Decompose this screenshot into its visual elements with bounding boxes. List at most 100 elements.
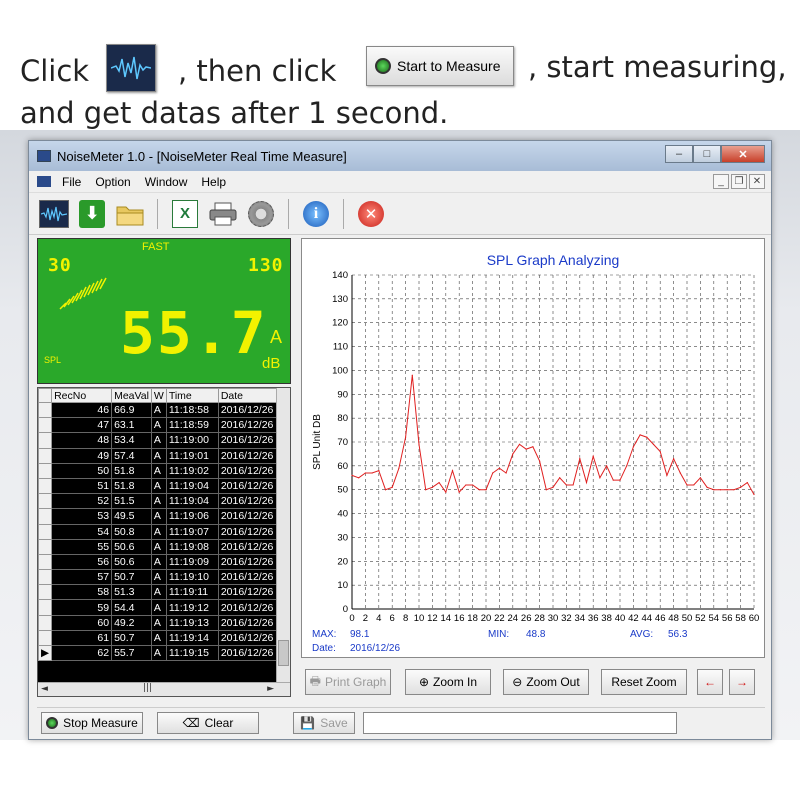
stop-measure-label: Stop Measure bbox=[63, 716, 138, 730]
scroll-right-arrow[interactable]: ► bbox=[267, 684, 274, 694]
menu-help[interactable]: Help bbox=[194, 175, 233, 189]
info-icon[interactable]: i bbox=[299, 197, 333, 231]
menu-file[interactable]: File bbox=[55, 175, 88, 189]
mdi-restore-button[interactable]: ❐ bbox=[731, 174, 747, 189]
row-selector[interactable] bbox=[38, 538, 53, 555]
printer-icon: 🖶 bbox=[309, 673, 321, 688]
scroll-thumb[interactable] bbox=[278, 640, 289, 666]
save-button[interactable]: 💾 Save bbox=[293, 712, 355, 734]
open-folder-icon[interactable] bbox=[113, 197, 147, 231]
chart-title: SPL Graph Analyzing bbox=[487, 252, 620, 268]
row-selector[interactable] bbox=[38, 417, 53, 434]
cell-recno: 61 bbox=[51, 629, 113, 647]
zoom-in-icon: ⊕ bbox=[418, 675, 430, 689]
table-row[interactable]: 55 50.6 A 11:19:08 2016/12/26 bbox=[38, 538, 279, 555]
y-tick-label: 100 bbox=[332, 365, 348, 376]
row-selector[interactable] bbox=[38, 462, 53, 479]
x-tick-label: 16 bbox=[454, 613, 465, 624]
settings-icon[interactable] bbox=[244, 197, 278, 231]
menu-option[interactable]: Option bbox=[88, 175, 137, 189]
table-vertical-scrollbar[interactable] bbox=[276, 388, 290, 684]
column-header-date[interactable]: Date bbox=[217, 388, 279, 403]
table-row[interactable]: 51 51.8 A 11:19:04 2016/12/26 bbox=[38, 477, 279, 495]
mdi-minimize-button[interactable]: _ bbox=[713, 174, 729, 189]
scroll-grip[interactable]: ||| bbox=[143, 683, 152, 693]
mdi-close-button[interactable]: ✕ bbox=[749, 174, 765, 189]
table-row[interactable]: 59 54.4 A 11:19:12 2016/12/26 bbox=[38, 599, 279, 616]
table-horizontal-scrollbar[interactable]: ◄ ||| ► bbox=[38, 682, 290, 696]
menu-window[interactable]: Window bbox=[138, 175, 195, 189]
spl-data-point bbox=[686, 484, 688, 486]
spl-data-point bbox=[740, 486, 742, 488]
print-icon[interactable] bbox=[206, 197, 240, 231]
minimize-button[interactable]: ‒ bbox=[665, 145, 693, 163]
excel-export-icon[interactable]: X bbox=[168, 197, 202, 231]
row-selector[interactable] bbox=[38, 493, 53, 510]
cell-meaval: 51.8 bbox=[111, 462, 152, 479]
spl-data-point bbox=[599, 477, 601, 479]
cell-time: 11:19:00 bbox=[165, 432, 219, 449]
zoom-in-button[interactable]: ⊕ Zoom In bbox=[405, 669, 491, 695]
mdi-app-icon[interactable] bbox=[37, 176, 51, 187]
row-selector[interactable] bbox=[38, 599, 53, 616]
table-row[interactable]: 60 49.2 A 11:19:13 2016/12/26 bbox=[38, 614, 279, 631]
column-header-time[interactable]: Time bbox=[165, 388, 219, 403]
x-tick-label: 46 bbox=[655, 613, 666, 624]
cell-weighting: A bbox=[150, 477, 167, 495]
table-row[interactable]: 48 53.4 A 11:19:00 2016/12/26 bbox=[38, 432, 279, 449]
column-header-meaval[interactable]: MeaVal bbox=[111, 388, 152, 403]
stop-measure-button[interactable]: Stop Measure bbox=[41, 712, 143, 734]
row-selector[interactable] bbox=[38, 614, 53, 631]
zoom-out-button[interactable]: ⊖ Zoom Out bbox=[503, 669, 589, 695]
x-tick-label: 30 bbox=[548, 613, 559, 624]
row-selector[interactable] bbox=[38, 432, 53, 449]
scroll-left-button[interactable]: ← bbox=[697, 669, 723, 695]
reset-zoom-button[interactable]: Reset Zoom bbox=[601, 669, 687, 695]
spl-data-point bbox=[646, 436, 648, 438]
status-field[interactable] bbox=[363, 712, 677, 734]
row-selector[interactable] bbox=[38, 401, 53, 419]
row-selector[interactable]: ▶ bbox=[38, 644, 53, 662]
clear-button[interactable]: ⌫ Clear bbox=[157, 712, 259, 734]
table-row[interactable]: 53 49.5 A 11:19:06 2016/12/26 bbox=[38, 508, 279, 525]
cell-date: 2016/12/26 bbox=[217, 462, 279, 479]
maximize-button[interactable]: □ bbox=[693, 145, 721, 163]
realtime-measure-icon[interactable] bbox=[37, 197, 71, 231]
table-row[interactable]: 56 50.6 A 11:19:09 2016/12/26 bbox=[38, 553, 279, 571]
table-row[interactable]: 57 50.7 A 11:19:10 2016/12/26 bbox=[38, 569, 279, 586]
table-row[interactable]: 50 51.8 A 11:19:02 2016/12/26 bbox=[38, 462, 279, 479]
row-selector[interactable] bbox=[38, 477, 53, 495]
table-row[interactable]: 46 66.9 A 11:18:58 2016/12/26 bbox=[38, 401, 279, 419]
download-icon[interactable]: ⬇ bbox=[75, 197, 109, 231]
row-selector[interactable] bbox=[38, 569, 53, 586]
cell-date: 2016/12/26 bbox=[217, 569, 279, 586]
table-row[interactable]: 49 57.4 A 11:19:01 2016/12/26 bbox=[38, 447, 279, 464]
print-graph-button[interactable]: 🖶 Print Graph bbox=[305, 669, 391, 695]
title-bar[interactable]: NoiseMeter 1.0 - [NoiseMeter Real Time M… bbox=[29, 141, 771, 171]
spl-data-point bbox=[679, 472, 681, 474]
table-row[interactable]: ▶ 62 55.7 A 11:19:15 2016/12/26 bbox=[38, 644, 279, 662]
row-selector[interactable] bbox=[38, 523, 53, 540]
table-row[interactable]: 61 50.7 A 11:19:14 2016/12/26 bbox=[38, 629, 279, 647]
scroll-right-button[interactable]: → bbox=[729, 669, 755, 695]
table-row[interactable]: 58 51.3 A 11:19:11 2016/12/26 bbox=[38, 584, 279, 601]
cell-meaval: 51.5 bbox=[111, 493, 152, 510]
exit-icon[interactable]: ✕ bbox=[354, 197, 388, 231]
close-button[interactable]: ✕ bbox=[721, 145, 765, 163]
table-row[interactable]: 54 50.8 A 11:19:07 2016/12/26 bbox=[38, 523, 279, 540]
column-header-weighting[interactable]: W bbox=[150, 388, 167, 403]
row-selector[interactable] bbox=[38, 508, 53, 525]
record-table[interactable]: RecNo MeaVal W Time Date 46 66.9 A 11:18:58… bbox=[37, 387, 291, 697]
row-selector[interactable] bbox=[38, 584, 53, 601]
scroll-left-arrow[interactable]: ◄ bbox=[41, 684, 48, 694]
row-selector[interactable] bbox=[38, 629, 53, 647]
table-row[interactable]: 52 51.5 A 11:19:04 2016/12/26 bbox=[38, 493, 279, 510]
table-row[interactable]: 47 63.1 A 11:18:59 2016/12/26 bbox=[38, 417, 279, 434]
clear-label: Clear bbox=[204, 716, 234, 730]
row-selector[interactable] bbox=[38, 553, 53, 571]
column-header-recno[interactable]: RecNo bbox=[51, 388, 113, 403]
cell-time: 11:19:07 bbox=[165, 523, 219, 540]
row-selector[interactable] bbox=[38, 447, 53, 464]
spl-data-point bbox=[579, 458, 581, 460]
cell-date: 2016/12/26 bbox=[217, 508, 279, 525]
